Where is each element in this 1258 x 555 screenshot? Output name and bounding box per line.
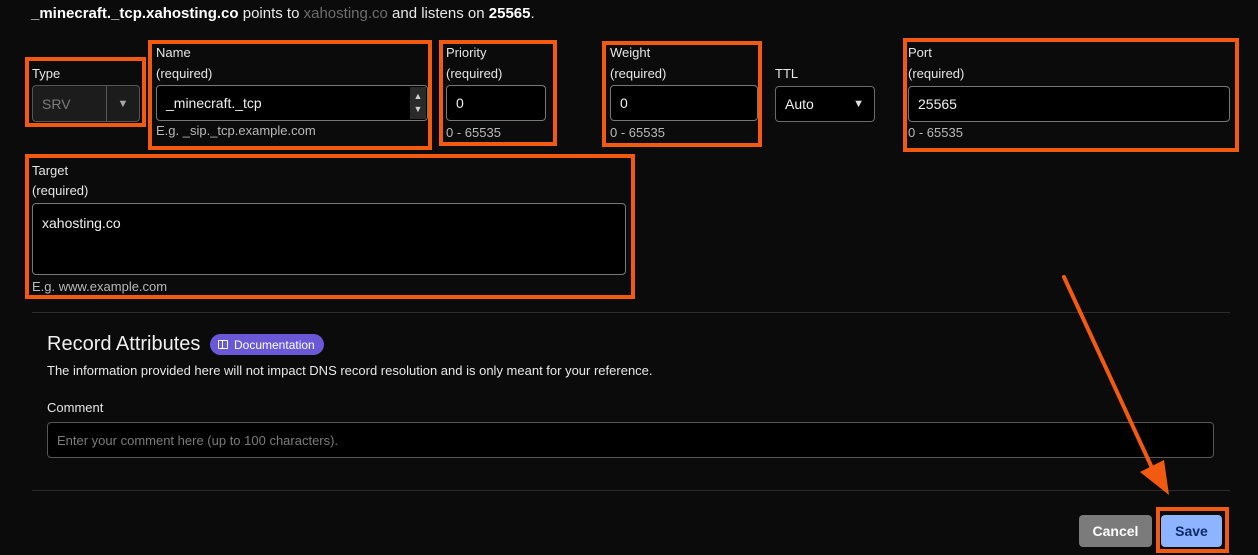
type-value: SRV bbox=[42, 95, 71, 112]
port-hint: 0 - 65535 bbox=[908, 125, 963, 140]
ttl-label: TTL bbox=[775, 66, 799, 81]
name-label: Name bbox=[156, 45, 191, 60]
port-label: Port bbox=[908, 45, 932, 60]
summary-listens: and listens on bbox=[392, 5, 485, 22]
type-select[interactable]: SRV ▼ bbox=[32, 85, 140, 122]
chevron-down-icon: ▼ bbox=[853, 98, 864, 110]
summary-points-to: points to bbox=[242, 5, 300, 22]
name-input[interactable]: _minecraft._tcp ▲ ▼ bbox=[156, 85, 428, 121]
summary-port: 25565 bbox=[488, 5, 531, 22]
weight-hint: 0 - 65535 bbox=[610, 125, 665, 140]
name-hint: E.g. _sip._tcp.example.com bbox=[156, 123, 316, 138]
comment-label: Comment bbox=[47, 400, 104, 415]
target-hint: E.g. www.example.com bbox=[32, 279, 168, 294]
priority-required: (required) bbox=[446, 66, 503, 81]
target-textarea[interactable]: xahosting.co bbox=[32, 203, 626, 275]
comment-placeholder: Enter your comment here (up to 100 chara… bbox=[57, 432, 339, 448]
name-value: _minecraft._tcp bbox=[166, 95, 262, 111]
priority-value: 0 bbox=[456, 95, 464, 111]
arrow-icon bbox=[1062, 275, 1169, 495]
ttl-value: Auto bbox=[785, 96, 814, 112]
record-attributes-title: Record Attributes bbox=[47, 333, 201, 355]
chevron-down-icon: ▼ bbox=[106, 86, 139, 121]
comment-input[interactable]: Enter your comment here (up to 100 chara… bbox=[47, 422, 1214, 458]
record-attributes-description: The information provided here will not i… bbox=[47, 363, 653, 378]
port-value: 25565 bbox=[918, 96, 957, 112]
record-summary: _minecraft._tcp.xahosting.co points to x… bbox=[31, 5, 535, 22]
type-label: Type bbox=[32, 66, 61, 81]
stepper-arrows-icon[interactable]: ▲ ▼ bbox=[410, 87, 426, 119]
target-value: xahosting.co bbox=[42, 215, 121, 231]
cancel-button[interactable]: Cancel bbox=[1079, 515, 1152, 547]
target-required: (required) bbox=[32, 183, 89, 198]
weight-value: 0 bbox=[620, 95, 628, 111]
weight-label: Weight bbox=[610, 45, 651, 60]
documentation-link[interactable]: Documentation bbox=[210, 334, 324, 355]
documentation-label: Documentation bbox=[234, 337, 315, 352]
ttl-select[interactable]: Auto ▼ bbox=[775, 86, 875, 122]
save-button[interactable]: Save bbox=[1161, 515, 1222, 547]
priority-hint: 0 - 65535 bbox=[446, 125, 501, 140]
summary-record-name: _minecraft._tcp.xahosting.co bbox=[31, 5, 239, 22]
priority-label: Priority bbox=[446, 45, 487, 60]
summary-end: . bbox=[530, 5, 535, 22]
summary-target: xahosting.co bbox=[303, 5, 388, 22]
priority-input[interactable]: 0 bbox=[446, 85, 546, 121]
name-required: (required) bbox=[156, 66, 213, 81]
book-icon bbox=[218, 340, 228, 349]
port-input[interactable]: 25565 bbox=[908, 86, 1230, 122]
weight-input[interactable]: 0 bbox=[610, 85, 758, 121]
port-required: (required) bbox=[908, 66, 965, 81]
target-label: Target bbox=[32, 163, 69, 178]
weight-required: (required) bbox=[610, 66, 667, 81]
